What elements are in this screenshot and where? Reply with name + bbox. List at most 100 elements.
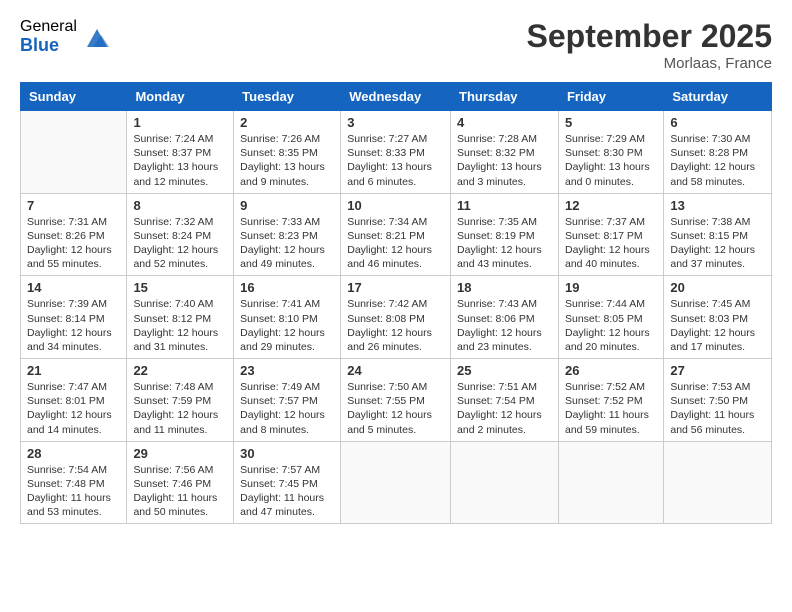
day-info: Sunrise: 7:44 AM Sunset: 8:05 PM Dayligh… [565, 297, 657, 354]
title-block: September 2025 Morlaas, France [527, 18, 772, 72]
logo-blue: Blue [20, 36, 77, 56]
col-sunday: Sunday [21, 83, 127, 111]
calendar-cell: 4Sunrise: 7:28 AM Sunset: 8:32 PM Daylig… [451, 111, 559, 194]
calendar-week-5: 28 Sunrise: 7:54 AM Sunset: 7:48 PM Dayli… [21, 441, 772, 524]
day-info: Sunrise: 7:51 AM Sunset: 7:54 PM Dayligh… [457, 380, 552, 437]
day-number: 21 [27, 363, 120, 378]
calendar-cell: 29 Sunrise: 7:56 AM Sunset: 7:46 PM Dayli… [127, 441, 234, 524]
day-info: Sunrise: 7:26 AM Sunset: 8:35 PM Dayligh… [240, 132, 334, 189]
day-number: 6 [670, 115, 765, 130]
day-number: 7 [27, 198, 120, 213]
calendar-cell: 20Sunrise: 7:45 AM Sunset: 8:03 PM Dayli… [664, 276, 772, 359]
calendar-cell: 14 Sunrise: 7:39 AM Sunset: 8:14 PM Dayli… [21, 276, 127, 359]
calendar-cell: 13 Sunrise: 7:38 AM Sunset: 8:15 PM Dayli… [664, 193, 772, 276]
day-number: 13 [670, 198, 765, 213]
calendar-cell [451, 441, 559, 524]
day-number: 25 [457, 363, 552, 378]
day-number: 5 [565, 115, 657, 130]
calendar-cell: 3Sunrise: 7:27 AM Sunset: 8:33 PM Daylig… [341, 111, 451, 194]
day-number: 8 [133, 198, 227, 213]
col-wednesday: Wednesday [341, 83, 451, 111]
day-info: Sunrise: 7:39 AM Sunset: 8:14 PM Dayligh… [27, 297, 120, 354]
calendar-cell: 8Sunrise: 7:32 AM Sunset: 8:24 PM Daylig… [127, 193, 234, 276]
day-info: Sunrise: 7:42 AM Sunset: 8:08 PM Dayligh… [347, 297, 444, 354]
calendar-week-3: 14 Sunrise: 7:39 AM Sunset: 8:14 PM Dayli… [21, 276, 772, 359]
col-friday: Friday [558, 83, 663, 111]
calendar-cell: 15Sunrise: 7:40 AM Sunset: 8:12 PM Dayli… [127, 276, 234, 359]
day-info: Sunrise: 7:52 AM Sunset: 7:52 PM Dayligh… [565, 380, 657, 437]
day-info: Sunrise: 7:29 AM Sunset: 8:30 PM Dayligh… [565, 132, 657, 189]
day-info: Sunrise: 7:47 AM Sunset: 8:01 PM Dayligh… [27, 380, 120, 437]
day-number: 30 [240, 446, 334, 461]
day-number: 17 [347, 280, 444, 295]
day-number: 10 [347, 198, 444, 213]
day-info: Sunrise: 7:31 AM Sunset: 8:26 PM Dayligh… [27, 215, 120, 272]
calendar-cell: 2 Sunrise: 7:26 AM Sunset: 8:35 PM Daylig… [234, 111, 341, 194]
calendar-cell: 22 Sunrise: 7:48 AM Sunset: 7:59 PM Dayli… [127, 359, 234, 442]
day-info: Sunrise: 7:37 AM Sunset: 8:17 PM Dayligh… [565, 215, 657, 272]
day-number: 20 [670, 280, 765, 295]
logo: General Blue [20, 18, 111, 55]
calendar-cell: 11 Sunrise: 7:35 AM Sunset: 8:19 PM Dayli… [451, 193, 559, 276]
day-info: Sunrise: 7:50 AM Sunset: 7:55 PM Dayligh… [347, 380, 444, 437]
day-info: Sunrise: 7:41 AM Sunset: 8:10 PM Dayligh… [240, 297, 334, 354]
calendar-cell [21, 111, 127, 194]
calendar-cell: 24 Sunrise: 7:50 AM Sunset: 7:55 PM Dayli… [341, 359, 451, 442]
day-info: Sunrise: 7:24 AM Sunset: 8:37 PM Dayligh… [133, 132, 227, 189]
day-number: 15 [133, 280, 227, 295]
calendar-cell: 16 Sunrise: 7:41 AM Sunset: 8:10 PM Dayli… [234, 276, 341, 359]
calendar-cell: 7 Sunrise: 7:31 AM Sunset: 8:26 PM Daylig… [21, 193, 127, 276]
day-info: Sunrise: 7:56 AM Sunset: 7:46 PM Dayligh… [133, 463, 227, 520]
calendar-week-1: 1 Sunrise: 7:24 AM Sunset: 8:37 PM Daylig… [21, 111, 772, 194]
day-number: 27 [670, 363, 765, 378]
day-info: Sunrise: 7:35 AM Sunset: 8:19 PM Dayligh… [457, 215, 552, 272]
calendar-cell: 21 Sunrise: 7:47 AM Sunset: 8:01 PM Dayli… [21, 359, 127, 442]
day-number: 23 [240, 363, 334, 378]
calendar-cell: 30Sunrise: 7:57 AM Sunset: 7:45 PM Dayli… [234, 441, 341, 524]
calendar-cell [664, 441, 772, 524]
day-info: Sunrise: 7:30 AM Sunset: 8:28 PM Dayligh… [670, 132, 765, 189]
day-number: 2 [240, 115, 334, 130]
day-number: 11 [457, 198, 552, 213]
logo-icon [83, 23, 111, 51]
col-thursday: Thursday [451, 83, 559, 111]
day-number: 1 [133, 115, 227, 130]
calendar-cell: 25 Sunrise: 7:51 AM Sunset: 7:54 PM Dayli… [451, 359, 559, 442]
day-info: Sunrise: 7:48 AM Sunset: 7:59 PM Dayligh… [133, 380, 227, 437]
day-info: Sunrise: 7:54 AM Sunset: 7:48 PM Dayligh… [27, 463, 120, 520]
day-number: 28 [27, 446, 120, 461]
logo-general: General [20, 18, 77, 36]
logo-text: General Blue [20, 18, 77, 55]
day-number: 19 [565, 280, 657, 295]
calendar-week-4: 21 Sunrise: 7:47 AM Sunset: 8:01 PM Dayli… [21, 359, 772, 442]
day-info: Sunrise: 7:27 AM Sunset: 8:33 PM Dayligh… [347, 132, 444, 189]
calendar-cell: 9Sunrise: 7:33 AM Sunset: 8:23 PM Daylig… [234, 193, 341, 276]
header: General Blue September 2025 Morlaas, Fra… [20, 18, 772, 72]
day-number: 24 [347, 363, 444, 378]
calendar-cell: 17 Sunrise: 7:42 AM Sunset: 8:08 PM Dayli… [341, 276, 451, 359]
calendar-cell: 27Sunrise: 7:53 AM Sunset: 7:50 PM Dayli… [664, 359, 772, 442]
day-number: 16 [240, 280, 334, 295]
calendar-cell: 5 Sunrise: 7:29 AM Sunset: 8:30 PM Daylig… [558, 111, 663, 194]
day-number: 4 [457, 115, 552, 130]
month-title: September 2025 [527, 18, 772, 55]
location: Morlaas, France [527, 55, 772, 72]
day-number: 26 [565, 363, 657, 378]
col-monday: Monday [127, 83, 234, 111]
col-tuesday: Tuesday [234, 83, 341, 111]
day-info: Sunrise: 7:38 AM Sunset: 8:15 PM Dayligh… [670, 215, 765, 272]
calendar-cell: 12 Sunrise: 7:37 AM Sunset: 8:17 PM Dayli… [558, 193, 663, 276]
calendar-cell: 23Sunrise: 7:49 AM Sunset: 7:57 PM Dayli… [234, 359, 341, 442]
page: General Blue September 2025 Morlaas, Fra… [0, 0, 792, 612]
day-number: 22 [133, 363, 227, 378]
calendar-cell: 1 Sunrise: 7:24 AM Sunset: 8:37 PM Daylig… [127, 111, 234, 194]
day-number: 9 [240, 198, 334, 213]
calendar-header-row: Sunday Monday Tuesday Wednesday Thursday… [21, 83, 772, 111]
day-number: 14 [27, 280, 120, 295]
col-saturday: Saturday [664, 83, 772, 111]
day-number: 29 [133, 446, 227, 461]
calendar-cell [341, 441, 451, 524]
calendar-cell: 26 Sunrise: 7:52 AM Sunset: 7:52 PM Dayli… [558, 359, 663, 442]
calendar-table: Sunday Monday Tuesday Wednesday Thursday… [20, 82, 772, 524]
day-number: 12 [565, 198, 657, 213]
